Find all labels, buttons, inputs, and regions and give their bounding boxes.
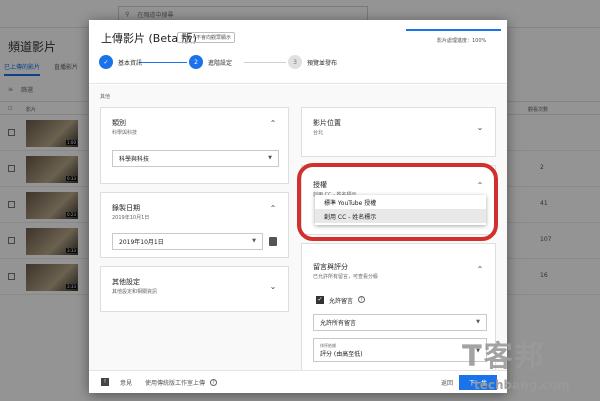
video-location-card[interactable]: 影片位置 台北 ⌄	[301, 107, 496, 157]
category-select[interactable]: 科學與科技 ▼	[112, 150, 279, 167]
other-settings-summary: 其他設定和相關資訊	[112, 289, 158, 295]
processing-progress-label: 影片處理進度：100%	[437, 38, 487, 44]
step-connector	[244, 62, 286, 63]
sort-by-value: 評分 (由高至低)	[320, 350, 363, 358]
check-icon: ✓	[99, 55, 113, 69]
category-title: 類別	[112, 119, 126, 127]
dialog-body: 其他 類別 科學與科技 ⌃ 科學與科技 ▼ 錄製日期 2019年10月1日 ⌃ …	[89, 85, 507, 375]
step-label: 基本資訊	[118, 59, 143, 67]
allow-comments-checkbox[interactable]: ✓	[316, 296, 324, 304]
chevron-up-icon[interactable]: ⌃	[268, 205, 278, 213]
chevron-up-icon[interactable]: ⌃	[475, 182, 485, 190]
comments-summary: 已允許所有留言，可查看分級	[313, 274, 379, 280]
back-button[interactable]: 返回	[441, 378, 453, 387]
step-basic-info[interactable]: ✓ 基本資訊	[99, 55, 142, 69]
progress-fill	[406, 29, 501, 31]
delete-icon[interactable]	[269, 237, 277, 246]
comments-title: 留言與評分	[313, 263, 348, 271]
step-number: 3	[288, 55, 302, 69]
chevron-up-icon[interactable]: ⌃	[475, 266, 485, 274]
help-icon[interactable]: ?	[358, 296, 365, 303]
help-icon[interactable]: ?	[210, 379, 217, 386]
category-select-value: 科學與科技	[119, 156, 150, 163]
recording-date-summary: 2019年10月1日	[112, 215, 150, 221]
chevron-down-icon[interactable]: ⌄	[475, 124, 485, 132]
feedback-icon[interactable]: !	[101, 378, 109, 386]
section-label: 其他	[100, 94, 111, 100]
dropdown-caret-icon: ▼	[268, 155, 272, 161]
step-connector	[139, 62, 187, 63]
watermark-logo-text: T客邦	[462, 339, 546, 373]
sort-by-select[interactable]: 排序依據 評分 (由高至低) ▼	[313, 338, 487, 362]
upload-dialog: 上傳影片 (Beta 版) 草稿・不會向觀眾顯示 影片處理進度：100% ✓ 基…	[89, 20, 507, 393]
dropdown-caret-icon: ▼	[252, 238, 256, 244]
video-location-summary: 台北	[313, 130, 324, 136]
techbang-watermark: T客邦 techbang.com	[462, 333, 594, 397]
recording-date-select[interactable]: 2019年10月1日 ▼	[112, 233, 263, 250]
step-advanced[interactable]: 2 進階設定	[189, 55, 232, 69]
other-settings-card[interactable]: 其他設定 其他設定和相關資訊 ⌄	[100, 266, 289, 312]
step-label: 預覽並發布	[307, 59, 338, 67]
chevron-down-icon[interactable]: ⌄	[268, 283, 278, 291]
recording-date-card: 錄製日期 2019年10月1日 ⌃ 2019年10月1日 ▼	[100, 192, 289, 258]
license-option-cc-by[interactable]: 創用 CC - 姓名標示	[315, 209, 486, 223]
feedback-link[interactable]: 意見	[120, 378, 132, 387]
comment-mode-select[interactable]: 允許所有留言 ▼	[313, 314, 487, 331]
license-dropdown-menu: 標準 YouTube 授權 創用 CC - 姓名標示	[315, 195, 486, 225]
watermark-domain: techbang.com	[474, 378, 570, 392]
step-preview-publish[interactable]: 3 預覽並發布	[288, 55, 337, 69]
recording-date-title: 錄製日期	[112, 204, 140, 212]
other-settings-title: 其他設定	[112, 278, 140, 286]
step-number: 2	[189, 55, 203, 69]
dialog-footer: ! 意見 使用傳統版工作室上傳 ? 返回 下一步	[89, 370, 507, 393]
chevron-up-icon[interactable]: ⌃	[268, 120, 278, 128]
upload-stepper: ✓ 基本資訊 2 進階設定 3 預覽並發布	[99, 55, 389, 73]
legacy-upload-link[interactable]: 使用傳統版工作室上傳	[145, 378, 205, 387]
license-option-standard[interactable]: 標準 YouTube 授權	[315, 195, 486, 209]
category-summary: 科學與科技	[112, 130, 138, 136]
dropdown-caret-icon: ▼	[476, 319, 480, 325]
dialog-header: 上傳影片 (Beta 版) 草稿・不會向觀眾顯示 影片處理進度：100% ✓ 基…	[89, 20, 507, 84]
category-card: 類別 科學與科技 ⌃ 科學與科技 ▼	[100, 107, 289, 184]
recording-date-value: 2019年10月1日	[119, 239, 164, 246]
allow-comments-label: 允許留言	[329, 298, 354, 305]
video-location-title: 影片位置	[313, 119, 341, 127]
comment-mode-value: 允許所有留言	[320, 320, 357, 327]
draft-badge: 草稿・不會向觀眾顯示	[177, 32, 236, 43]
step-label: 進階設定	[208, 59, 233, 67]
license-title: 授權	[313, 181, 327, 189]
processing-progress-bar	[406, 29, 501, 31]
